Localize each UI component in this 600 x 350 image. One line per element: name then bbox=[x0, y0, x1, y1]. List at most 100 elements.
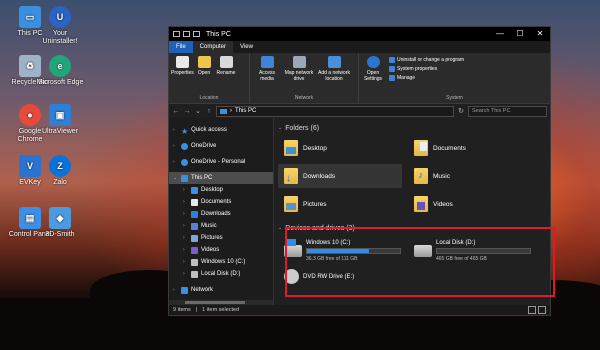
folder-videos[interactable]: Videos bbox=[408, 192, 532, 216]
nav-pictures[interactable]: › Pictures bbox=[169, 232, 273, 244]
new-folder-quick-icon[interactable] bbox=[183, 31, 190, 37]
folder-label: Videos bbox=[433, 200, 453, 208]
properties-label: Properties bbox=[171, 70, 194, 76]
add-network-label: Add a network location bbox=[318, 70, 350, 82]
desktop-icon-label: Microsoft Edge bbox=[36, 79, 84, 86]
address-bar[interactable]: › This PC bbox=[216, 105, 454, 117]
open-settings-label: Open Settings bbox=[363, 70, 383, 82]
folder-desktop[interactable]: Desktop bbox=[278, 136, 402, 160]
nav-local-disk-d[interactable]: › Local Disk (D:) bbox=[169, 268, 273, 280]
expand-chevron-icon[interactable]: › bbox=[183, 259, 188, 265]
expand-chevron-icon[interactable]: › bbox=[173, 159, 178, 165]
pictures-icon bbox=[191, 234, 198, 242]
videos-icon bbox=[191, 246, 198, 254]
back-arrow-icon[interactable]: ← bbox=[172, 108, 180, 115]
minimize-button[interactable]: — bbox=[490, 27, 510, 41]
properties-quick-icon[interactable] bbox=[173, 31, 180, 37]
desktop-icon-uninstaller[interactable]: U Your Uninstaller! bbox=[36, 6, 84, 46]
download-icon bbox=[191, 210, 198, 218]
open-label: Open bbox=[197, 70, 211, 76]
rename-icon bbox=[219, 56, 233, 68]
title-bar[interactable]: This PC — ☐ ✕ bbox=[169, 27, 550, 41]
expand-chevron-icon[interactable]: › bbox=[183, 247, 188, 253]
expand-chevron-icon[interactable]: › bbox=[183, 211, 188, 217]
nav-music[interactable]: › Music bbox=[169, 220, 273, 232]
collapse-chevron-icon[interactable]: ⌄ bbox=[173, 175, 178, 181]
tab-file[interactable]: File bbox=[169, 41, 193, 53]
expand-chevron-icon[interactable]: › bbox=[173, 143, 178, 149]
system-properties-button[interactable]: System properties bbox=[389, 66, 464, 72]
breadcrumb-this-pc[interactable]: This PC bbox=[235, 108, 256, 114]
uninstaller-icon: U bbox=[49, 6, 71, 28]
desktop-icon-ultraviewer[interactable]: ▣ UltraViewer bbox=[36, 104, 84, 136]
access-media-label: Access media bbox=[258, 70, 276, 82]
maximize-button[interactable]: ☐ bbox=[510, 27, 530, 41]
expand-chevron-icon[interactable]: › bbox=[183, 235, 188, 241]
tab-view[interactable]: View bbox=[233, 41, 260, 53]
nav-downloads[interactable]: › Downloads bbox=[169, 208, 273, 220]
desktop-icon-label: UltraViewer bbox=[41, 128, 79, 135]
nav-this-pc[interactable]: ⌄ This PC bbox=[169, 172, 273, 184]
uninstall-program-button[interactable]: Uninstall or change a program bbox=[389, 57, 464, 63]
nav-desktop[interactable]: › Desktop bbox=[169, 184, 273, 196]
nav-windows-c[interactable]: › Windows 10 (C:) bbox=[169, 256, 273, 268]
desktop-icon-edge[interactable]: e Microsoft Edge bbox=[36, 55, 84, 87]
desktop-icon-app[interactable]: ◆ 3D-Smith bbox=[36, 207, 84, 239]
search-box[interactable]: Search This PC bbox=[468, 105, 547, 117]
nav-label: Windows 10 (C:) bbox=[201, 259, 246, 265]
view-buttons bbox=[528, 306, 546, 314]
folder-label: Pictures bbox=[303, 200, 327, 208]
forward-arrow-icon[interactable]: → bbox=[183, 108, 191, 115]
desktop-icon-label: Zalo bbox=[53, 179, 67, 186]
nav-label: Music bbox=[201, 223, 217, 229]
edge-icon: e bbox=[49, 55, 71, 77]
tab-computer[interactable]: Computer bbox=[192, 41, 234, 53]
folder-downloads[interactable]: Downloads bbox=[278, 164, 402, 188]
up-arrow-icon[interactable]: ↑ bbox=[205, 108, 213, 115]
videos-folder-icon bbox=[414, 196, 428, 212]
folders-section-header[interactable]: ⌄ Folders (6) bbox=[274, 122, 550, 134]
nav-videos[interactable]: › Videos bbox=[169, 244, 273, 256]
desktop-icon-zalo[interactable]: Z Zalo bbox=[36, 155, 84, 187]
recent-chevron-icon[interactable]: ⌄ bbox=[194, 107, 202, 115]
close-button[interactable]: ✕ bbox=[530, 27, 550, 41]
nav-documents[interactable]: › Documents bbox=[169, 196, 273, 208]
file-explorer-window: This PC — ☐ ✕ File Computer View Propert… bbox=[168, 26, 555, 316]
downloads-folder-icon bbox=[284, 168, 298, 184]
nav-onedrive-personal[interactable]: › OneDrive - Personal bbox=[169, 156, 273, 168]
uninstall-label: Uninstall or change a program bbox=[397, 57, 464, 63]
details-view-icon[interactable] bbox=[528, 306, 536, 314]
breadcrumb-chevron-icon: › bbox=[230, 108, 232, 114]
customize-quick-icon[interactable] bbox=[193, 31, 200, 37]
manage-button[interactable]: Manage bbox=[389, 75, 464, 81]
cloud-icon bbox=[181, 142, 188, 150]
nav-label: This PC bbox=[191, 175, 213, 181]
window-controls: — ☐ ✕ bbox=[490, 27, 550, 41]
nav-quick-access[interactable]: › ★ Quick access bbox=[169, 124, 273, 136]
navigation-pane: › ★ Quick access › OneDrive › OneDrive -… bbox=[169, 118, 274, 305]
collapse-chevron-icon[interactable]: ⌄ bbox=[278, 225, 282, 231]
nav-network[interactable]: › Network bbox=[169, 284, 273, 296]
expand-chevron-icon[interactable]: › bbox=[173, 287, 178, 293]
scroll-thumb[interactable] bbox=[185, 301, 245, 304]
expand-chevron-icon[interactable]: › bbox=[173, 127, 178, 133]
expand-chevron-icon[interactable]: › bbox=[183, 187, 188, 193]
expand-chevron-icon[interactable]: › bbox=[183, 271, 188, 277]
collapse-chevron-icon[interactable]: ⌄ bbox=[278, 125, 282, 131]
folder-pictures[interactable]: Pictures bbox=[278, 192, 402, 216]
ribbon-group-location: Properties Open Rename Location bbox=[169, 53, 250, 103]
refresh-icon[interactable]: ↻ bbox=[457, 107, 465, 115]
folder-documents[interactable]: Documents bbox=[408, 136, 532, 160]
expand-chevron-icon[interactable]: › bbox=[183, 199, 188, 205]
nav-label: Documents bbox=[201, 199, 232, 205]
item-count: 9 items bbox=[173, 307, 191, 313]
app-icon: ◆ bbox=[49, 207, 71, 229]
tiles-view-icon[interactable] bbox=[538, 306, 546, 314]
nav-onedrive[interactable]: › OneDrive bbox=[169, 140, 273, 152]
folder-music[interactable]: Music bbox=[408, 164, 532, 188]
nav-label: OneDrive - Personal bbox=[191, 159, 246, 165]
this-pc-small-icon bbox=[220, 108, 227, 114]
access-media-icon bbox=[260, 56, 274, 68]
expand-chevron-icon[interactable]: › bbox=[183, 223, 188, 229]
selection-count: 1 item selected bbox=[202, 307, 240, 313]
